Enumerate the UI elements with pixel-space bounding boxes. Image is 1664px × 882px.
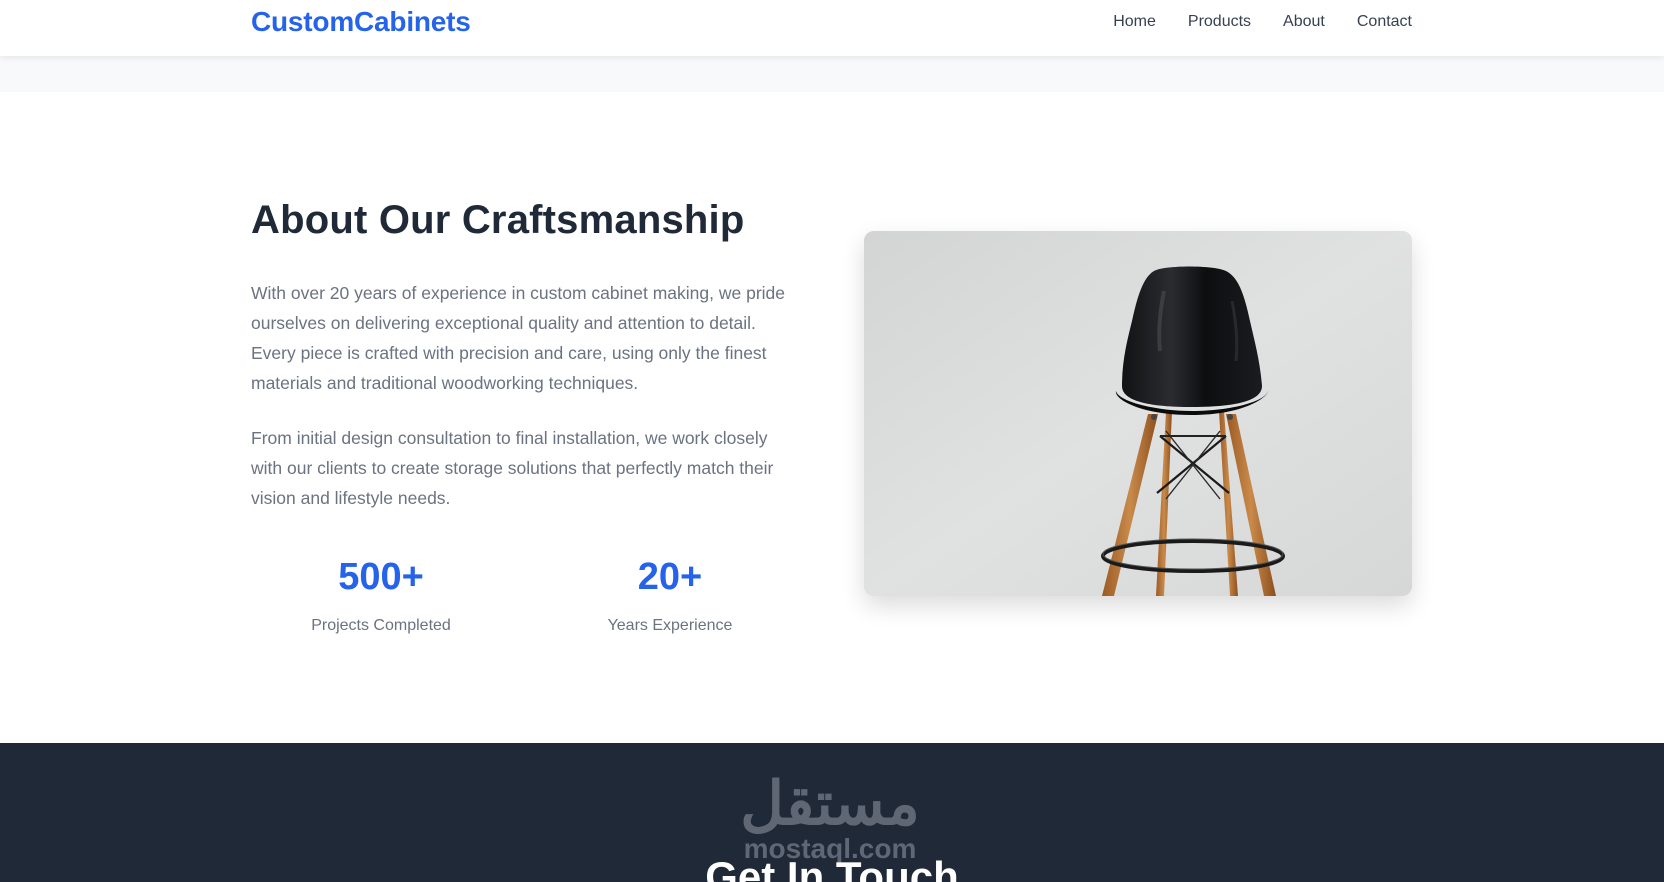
stat-value: 20+ <box>637 556 703 598</box>
stat-years: 20+ Years Experience <box>570 553 770 636</box>
top-navbar: CustomCabinets Home Products About Conta… <box>0 0 1664 56</box>
about-title: About Our Craftsmanship <box>251 198 745 242</box>
contact-title: Get In Touch <box>705 853 959 882</box>
nav-link-home[interactable]: Home <box>1113 13 1156 31</box>
contact-section: مستقل mostaql.com Get In Touch <box>0 743 1664 882</box>
about-paragraph-2: From initial design consultation to fina… <box>251 428 774 508</box>
stat-label: Projects Completed <box>311 617 451 634</box>
stat-value: 500+ <box>338 556 424 598</box>
about-paragraph-1: With over 20 years of experience in cust… <box>251 283 786 393</box>
chair-illustration <box>864 231 1412 596</box>
section-divider-band <box>0 56 1664 92</box>
stat-label: Years Experience <box>607 617 733 634</box>
brand-logo[interactable]: CustomCabinets <box>251 6 471 38</box>
chair-photo <box>864 231 1412 596</box>
nav-link-products[interactable]: Products <box>1188 13 1251 31</box>
nav-links: Home Products About Contact <box>1113 13 1412 31</box>
watermark-arabic: مستقل <box>740 770 920 837</box>
nav-link-about[interactable]: About <box>1283 13 1325 31</box>
nav-link-contact[interactable]: Contact <box>1357 13 1412 31</box>
stat-projects: 500+ Projects Completed <box>281 553 481 636</box>
